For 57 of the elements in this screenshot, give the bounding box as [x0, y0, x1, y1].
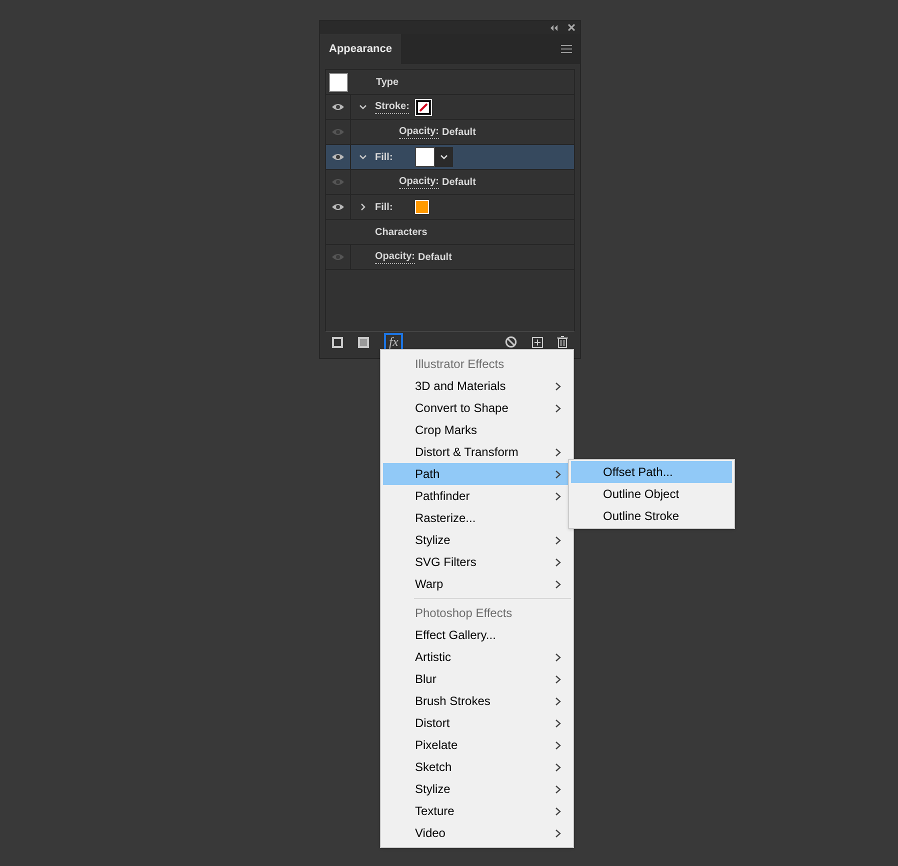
- thumbnail: [329, 72, 348, 92]
- menu-item[interactable]: Distort & Transform: [383, 441, 571, 463]
- clear-icon[interactable]: [505, 336, 517, 348]
- collapse-icon[interactable]: [550, 24, 558, 30]
- menu-item[interactable]: Stylize: [383, 778, 571, 800]
- menu-item[interactable]: Outline Object: [571, 483, 732, 505]
- menu-item[interactable]: Path: [383, 463, 571, 485]
- selected-row[interactable]: Fill:: [326, 145, 574, 170]
- chevron-icon[interactable]: [359, 203, 367, 211]
- menu-item[interactable]: Brush Strokes: [383, 690, 571, 712]
- opacity-link[interactable]: Opacity:: [399, 126, 440, 138]
- menu-item[interactable]: Video: [383, 822, 571, 844]
- attribute-label[interactable]: Fill:: [375, 200, 393, 214]
- menu-item[interactable]: Sketch: [383, 756, 571, 778]
- chevron-icon: [440, 154, 448, 160]
- dropdown-button[interactable]: [435, 147, 453, 167]
- menu-item[interactable]: Distort: [383, 712, 571, 734]
- menu-item[interactable]: Texture: [383, 800, 571, 822]
- attribute-label[interactable]: Stroke:: [375, 100, 410, 114]
- close-icon[interactable]: [568, 24, 575, 31]
- menu-item[interactable]: Warp: [383, 573, 571, 595]
- chevron-icon[interactable]: [359, 103, 367, 111]
- menu-item[interactable]: Pathfinder: [383, 485, 571, 507]
- menu-item[interactable]: Offset Path...: [571, 461, 732, 483]
- menu-item[interactable]: Effect Gallery...: [383, 624, 571, 646]
- square-icon[interactable]: [332, 336, 343, 348]
- menu-section-header: Photoshop Effects: [414, 605, 514, 622]
- menu-item[interactable]: Outline Stroke: [571, 505, 732, 527]
- menu-item[interactable]: Crop Marks: [383, 419, 571, 441]
- menu-section-header: Illustrator Effects: [414, 356, 506, 373]
- panel-tab[interactable]: Appearance: [320, 34, 401, 64]
- opacity-link[interactable]: Opacity:: [399, 176, 440, 188]
- opacity-link[interactable]: Opacity:: [375, 250, 416, 264]
- attribute-label[interactable]: Fill:: [375, 150, 393, 164]
- menu-item[interactable]: Stylize: [383, 529, 571, 551]
- add-icon[interactable]: [532, 336, 543, 348]
- trash-icon[interactable]: [557, 336, 568, 348]
- menu-item[interactable]: Pixelate: [383, 734, 571, 756]
- opacity-value: Default: [442, 176, 476, 190]
- menu-icon[interactable]: [561, 45, 572, 53]
- menu-item[interactable]: 3D and Materials: [383, 375, 571, 397]
- eye-icon[interactable]: [332, 103, 344, 111]
- filled-square-icon[interactable]: [358, 336, 369, 348]
- menu-item[interactable]: Convert to Shape: [383, 397, 571, 419]
- opacity-value: Default: [442, 126, 476, 140]
- eye-icon[interactable]: [332, 203, 344, 211]
- menu-item[interactable]: Artistic: [383, 646, 571, 668]
- opacity-value: Default: [418, 250, 452, 264]
- chevron-icon[interactable]: [359, 153, 367, 161]
- menu-item[interactable]: SVG Filters: [383, 551, 571, 573]
- eye-icon[interactable]: [332, 153, 344, 161]
- object-type-label: Type: [376, 76, 399, 90]
- characters-label: Characters: [375, 226, 428, 240]
- color-swatch[interactable]: [415, 147, 435, 167]
- menu-item[interactable]: Blur: [383, 668, 571, 690]
- menu-item[interactable]: Rasterize...: [383, 507, 571, 529]
- no-stroke-swatch[interactable]: [415, 98, 432, 116]
